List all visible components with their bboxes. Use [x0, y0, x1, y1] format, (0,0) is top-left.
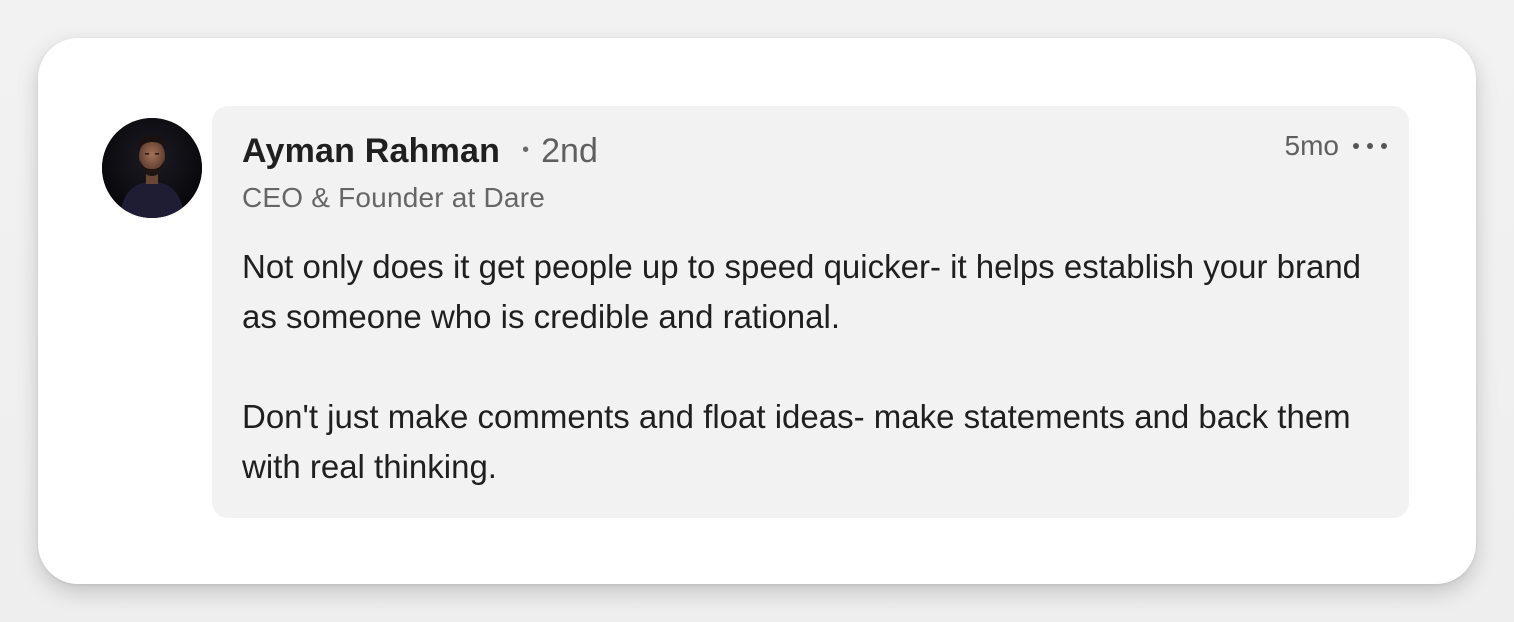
comment-meta: 5mo: [1285, 130, 1387, 162]
comment-bubble: Ayman Rahman • 2nd CEO & Founder at Dare …: [212, 106, 1409, 518]
connection-degree-label: 2nd: [541, 132, 598, 170]
comment-card: Ayman Rahman • 2nd CEO & Founder at Dare …: [38, 38, 1476, 584]
more-horizontal-icon[interactable]: [1353, 131, 1387, 161]
more-dot: [1381, 143, 1387, 149]
more-dot: [1353, 143, 1359, 149]
avatar-portrait-image: [102, 118, 202, 218]
author-row: Ayman Rahman • 2nd: [242, 132, 598, 171]
comment-paragraph: Not only does it get people up to speed …: [242, 248, 1362, 335]
separator-dot: •: [522, 139, 530, 161]
page-background: Ayman Rahman • 2nd CEO & Founder at Dare …: [0, 0, 1514, 622]
connection-degree: • 2nd: [522, 132, 598, 171]
author-headline: CEO & Founder at Dare: [242, 182, 545, 213]
comment-text: Not only does it get people up to speed …: [242, 242, 1362, 492]
author-name[interactable]: Ayman Rahman: [242, 132, 500, 171]
more-dot: [1367, 143, 1373, 149]
comment-timestamp: 5mo: [1284, 130, 1339, 161]
avatar[interactable]: [102, 118, 202, 218]
comment-paragraph: Don't just make comments and float ideas…: [242, 398, 1351, 485]
